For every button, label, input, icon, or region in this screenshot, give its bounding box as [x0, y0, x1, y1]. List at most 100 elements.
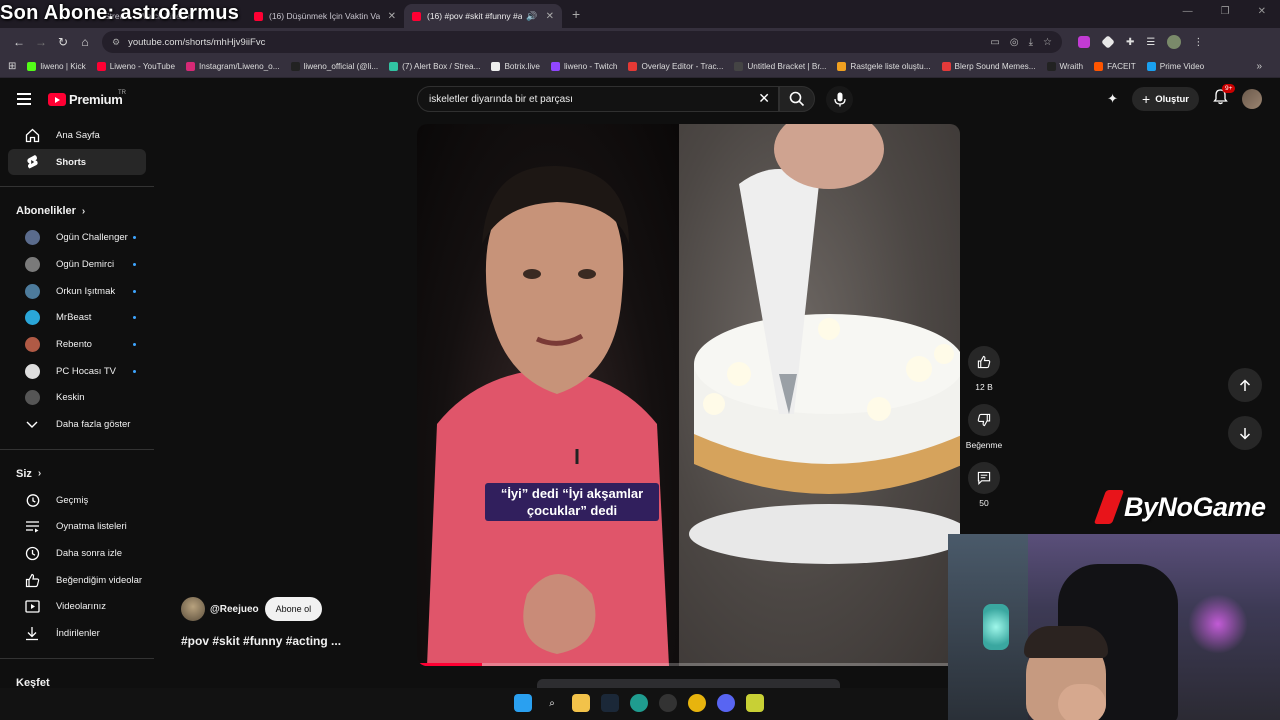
youtube-premium-logo[interactable]: Premium TR	[48, 90, 126, 107]
app-icon[interactable]	[746, 694, 764, 712]
sidebar-item-watch-later[interactable]: Daha sonra izle	[8, 540, 146, 567]
shorts-video-player[interactable]: “İyi” dedi “İyi akşamlar çocuklar” dedi	[417, 124, 960, 666]
site-info-icon[interactable]: ⚙	[112, 37, 120, 48]
search-input[interactable]: iskeletler diyarında bir et parçası ✕	[417, 86, 779, 112]
sidebar-item-downloads[interactable]: İndirilenler	[8, 620, 146, 647]
minimize-icon[interactable]: —	[1183, 6, 1193, 17]
reload-icon[interactable]: ↻	[52, 35, 74, 49]
menu-icon[interactable]: ⋮	[1193, 37, 1203, 48]
home-browser-icon[interactable]: ⌂	[74, 35, 96, 49]
sidebar-item-home[interactable]: Ana Sayfa	[8, 122, 146, 149]
more-bookmarks-icon[interactable]: »	[1256, 61, 1262, 72]
like-button[interactable]	[968, 346, 1000, 378]
address-bar[interactable]: ⚙ youtube.com/shorts/mhHjv9iiFvc ▭ ◎ ⤓ ☆	[102, 31, 1062, 53]
clear-search-icon[interactable]: ✕	[758, 90, 770, 107]
sidebar-channel[interactable]: Orkun Işıtmak	[8, 278, 146, 305]
search-query: iskeletler diyarında bir et parçası	[429, 93, 573, 105]
extension-icon[interactable]	[1078, 36, 1090, 48]
search-icon[interactable]: ⌕	[543, 694, 561, 712]
back-icon[interactable]: ←	[8, 35, 30, 49]
voice-search-button[interactable]	[826, 86, 853, 113]
reading-list-icon[interactable]: ☰	[1146, 37, 1155, 48]
discord-icon[interactable]	[717, 694, 735, 712]
new-tab-button[interactable]: +	[572, 6, 580, 22]
sidebar-item-playlists[interactable]: Oynatma listeleri	[8, 514, 146, 541]
channel-handle[interactable]: @Reejueo	[210, 604, 259, 615]
channel-name: Keskin	[56, 392, 85, 404]
subscribe-button[interactable]: Abone ol	[264, 597, 323, 621]
profile-icon[interactable]	[1167, 35, 1182, 49]
obs-icon[interactable]	[659, 694, 677, 712]
sidebar-item-your-videos[interactable]: Videolarınız	[8, 594, 146, 621]
forward-icon[interactable]: →	[30, 35, 52, 49]
you-header[interactable]: Siz ›	[0, 461, 154, 487]
bookmark-item[interactable]: Overlay Editor - Trac...	[628, 62, 723, 71]
comments-button[interactable]	[968, 462, 1000, 494]
channel-name: Orkun Işıtmak	[56, 285, 116, 297]
hamburger-menu-icon[interactable]	[17, 93, 31, 108]
bookmark-item[interactable]: Instagram/Liweno_o...	[186, 62, 280, 71]
chrome-icon[interactable]	[688, 694, 706, 712]
video-hashtags[interactable]: #pov #skit #funny #acting ...	[181, 634, 341, 648]
bookmark-item[interactable]: Untitled Bracket | Br...	[734, 62, 826, 71]
divider	[0, 658, 154, 659]
steam-icon[interactable]	[601, 694, 619, 712]
gem-icon[interactable]: ✦	[1107, 91, 1118, 107]
notifications-button[interactable]: 9+	[1213, 83, 1236, 110]
sidebar-channel[interactable]: Keskin	[8, 385, 146, 412]
bookmark-favicon-icon	[1146, 62, 1156, 71]
bookmark-item[interactable]: Botrix.live	[491, 62, 540, 71]
eye-off-icon[interactable]: ◎	[1010, 37, 1019, 48]
bookmark-item[interactable]: liweno | Kick	[27, 62, 86, 71]
puzzle-icon[interactable]: ✚	[1126, 37, 1134, 48]
sidebar-item-history[interactable]: Geçmiş	[8, 487, 146, 514]
sidebar-item-label: Videolarınız	[56, 601, 106, 613]
channel-avatar[interactable]	[181, 597, 205, 621]
extension-icon[interactable]	[1101, 35, 1115, 49]
search-button[interactable]	[779, 86, 815, 112]
bookmark-item[interactable]: FACEIT	[1094, 62, 1136, 71]
sidebar-channel[interactable]: MrBeast	[8, 304, 146, 331]
sidebar-item-shorts[interactable]: Shorts	[8, 148, 146, 176]
sidebar-channel[interactable]: Ogün Challenger	[8, 224, 146, 251]
apps-icon[interactable]: ⊞	[8, 61, 16, 72]
bookmark-item[interactable]: Blerp Sound Memes...	[941, 62, 1036, 71]
bookmark-item[interactable]: liweno - Twitch	[550, 62, 617, 71]
bookmark-item[interactable]: liweno_official (@li...	[290, 62, 378, 71]
next-short-button[interactable]	[1228, 416, 1262, 450]
close-icon[interactable]: ✕	[538, 11, 554, 22]
download-icon[interactable]: ⤓	[1029, 37, 1033, 48]
bookmark-item[interactable]: Rastgele liste oluştu...	[837, 62, 931, 71]
close-window-icon[interactable]: ✕	[1258, 6, 1266, 17]
dislike-button[interactable]	[968, 404, 1000, 436]
speaker-icon[interactable]: 🔊	[526, 11, 537, 22]
tab-youtube-2[interactable]: (16) Düşünmek İçin Vaktin Var ✕	[246, 4, 404, 28]
notification-badge: 9+	[1222, 83, 1236, 93]
cast-icon[interactable]: ▭	[990, 37, 999, 48]
show-more-button[interactable]: Daha fazla göster	[8, 411, 146, 438]
subscriptions-header[interactable]: Abonelikler ›	[0, 198, 154, 224]
bookmark-item[interactable]: Wraith	[1046, 62, 1083, 71]
close-icon[interactable]: ✕	[380, 11, 396, 22]
previous-short-button[interactable]	[1228, 368, 1262, 402]
bookmark-item[interactable]: (7) Alert Box / Strea...	[389, 62, 480, 71]
edge-icon[interactable]	[630, 694, 648, 712]
bookmark-star-icon[interactable]: ☆	[1043, 37, 1052, 48]
tab-youtube-active[interactable]: (16) #pov #skit #funny #act 🔊 ✕	[404, 4, 562, 28]
sidebar-channel[interactable]: Rebento	[8, 331, 146, 358]
sidebar-channel[interactable]: PC Hocası TV	[8, 358, 146, 385]
chevron-right-icon: ›	[81, 205, 86, 217]
bookmark-label: Liweno - YouTube	[109, 62, 175, 71]
video-progress-bar[interactable]	[417, 663, 960, 666]
restore-icon[interactable]: ❐	[1221, 6, 1230, 17]
bookmark-label: Botrix.live	[504, 62, 540, 71]
create-button[interactable]: + Oluştur	[1132, 87, 1199, 111]
file-explorer-icon[interactable]	[572, 694, 590, 712]
bookmark-label: Untitled Bracket | Br...	[747, 62, 827, 71]
sidebar-item-liked[interactable]: Beğendiğim videolar	[8, 567, 146, 594]
bookmark-item[interactable]: Liweno - YouTube	[96, 62, 175, 71]
sidebar-channel[interactable]: Ogün Demirci	[8, 251, 146, 278]
windows-start-icon[interactable]	[514, 694, 532, 712]
bookmark-item[interactable]: Prime Video	[1146, 62, 1204, 71]
account-avatar[interactable]	[1242, 89, 1262, 109]
